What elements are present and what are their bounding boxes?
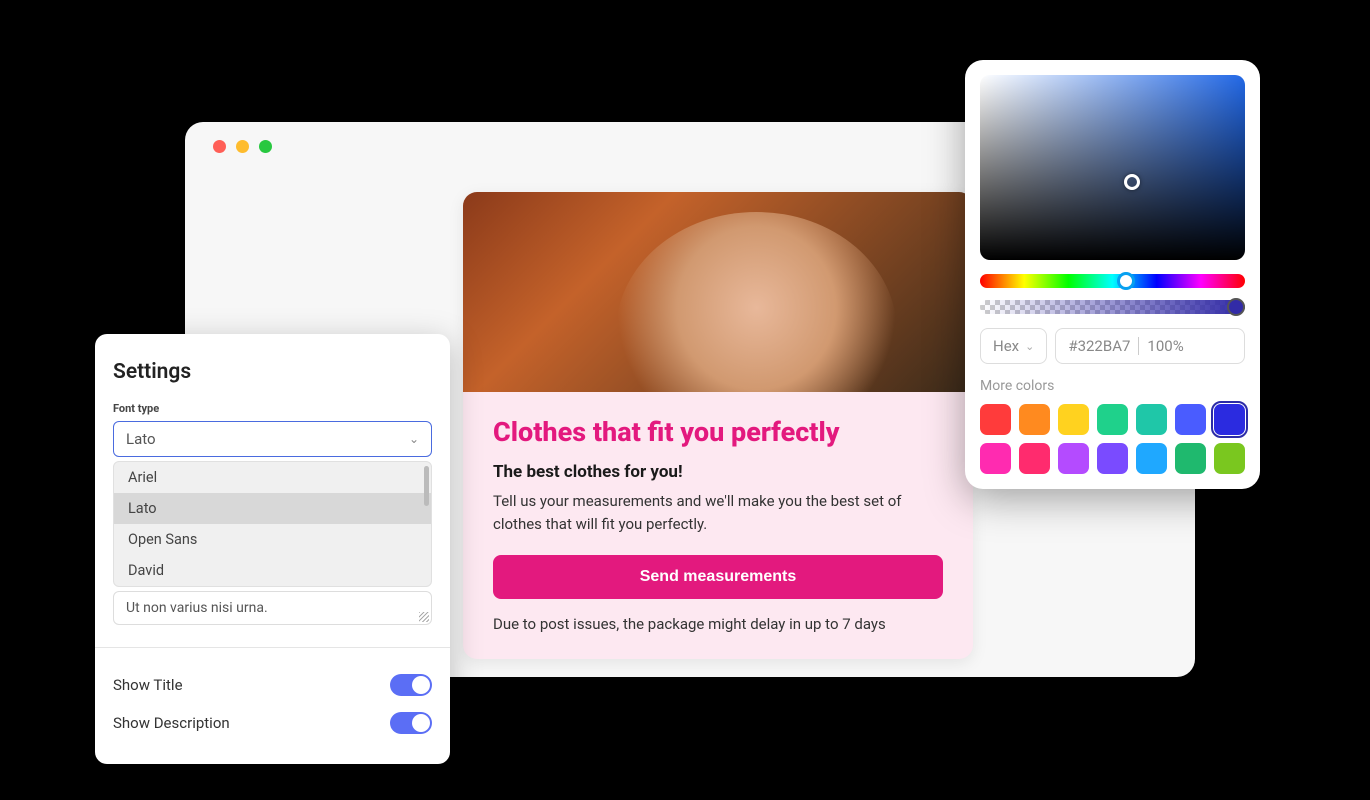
color-swatch[interactable] bbox=[1175, 443, 1206, 474]
font-type-value: Lato bbox=[126, 430, 156, 448]
resize-handle-icon[interactable] bbox=[419, 612, 429, 622]
card-subtitle: The best clothes for you! bbox=[493, 462, 943, 482]
font-type-select[interactable]: Lato ⌄ bbox=[113, 421, 432, 457]
swatch-grid bbox=[980, 404, 1245, 474]
card-title: Clothes that fit you perfectly bbox=[493, 416, 943, 448]
traffic-lights bbox=[213, 140, 272, 153]
alpha-slider[interactable] bbox=[980, 300, 1245, 314]
color-swatch[interactable] bbox=[1097, 443, 1128, 474]
description-textarea[interactable]: Ut non varius nisi urna. bbox=[113, 591, 432, 625]
color-swatch[interactable] bbox=[1136, 443, 1167, 474]
alpha-value: 100% bbox=[1147, 337, 1183, 355]
font-type-dropdown: Ariel Lato Open Sans David bbox=[113, 461, 432, 587]
color-swatch[interactable] bbox=[1019, 404, 1050, 435]
dropdown-scrollbar[interactable] bbox=[424, 466, 429, 506]
more-colors-label: More colors bbox=[980, 378, 1245, 394]
card-text: Tell us your measurements and we'll make… bbox=[493, 490, 943, 535]
font-option-open-sans[interactable]: Open Sans bbox=[114, 524, 431, 555]
chevron-down-icon: ⌄ bbox=[409, 432, 419, 446]
card-body: Clothes that fit you perfectly The best … bbox=[463, 392, 973, 659]
color-swatch[interactable] bbox=[1019, 443, 1050, 474]
color-swatch[interactable] bbox=[1175, 404, 1206, 435]
maximize-window-icon[interactable] bbox=[259, 140, 272, 153]
send-measurements-button[interactable]: Send measurements bbox=[493, 555, 943, 599]
hue-slider[interactable] bbox=[980, 274, 1245, 288]
toggle-row-show-title: Show Title bbox=[113, 666, 432, 704]
card-footnote: Due to post issues, the package might de… bbox=[493, 615, 943, 633]
color-swatch[interactable] bbox=[1136, 404, 1167, 435]
font-option-david[interactable]: David bbox=[114, 555, 431, 586]
minimize-window-icon[interactable] bbox=[236, 140, 249, 153]
show-description-label: Show Description bbox=[113, 714, 230, 732]
hex-input[interactable]: #322BA7 100% bbox=[1055, 328, 1245, 364]
color-swatch[interactable] bbox=[1097, 404, 1128, 435]
color-format-value: Hex bbox=[993, 337, 1019, 355]
sv-cursor-icon[interactable] bbox=[1124, 174, 1140, 190]
hero-image bbox=[463, 192, 973, 392]
color-picker-panel: Hex ⌄ #322BA7 100% More colors bbox=[965, 60, 1260, 489]
textarea-value: Ut non varius nisi urna. bbox=[126, 600, 268, 616]
divider bbox=[95, 647, 450, 648]
color-swatch[interactable] bbox=[1058, 443, 1089, 474]
color-format-select[interactable]: Hex ⌄ bbox=[980, 328, 1047, 364]
alpha-thumb[interactable] bbox=[1227, 298, 1245, 316]
close-window-icon[interactable] bbox=[213, 140, 226, 153]
content-card: Clothes that fit you perfectly The best … bbox=[463, 192, 973, 659]
color-swatch[interactable] bbox=[1058, 404, 1089, 435]
saturation-value-canvas[interactable] bbox=[980, 75, 1245, 260]
hue-thumb[interactable] bbox=[1117, 272, 1135, 290]
show-description-toggle[interactable] bbox=[390, 712, 432, 734]
font-option-lato[interactable]: Lato bbox=[114, 493, 431, 524]
settings-title: Settings bbox=[113, 360, 432, 384]
chevron-down-icon: ⌄ bbox=[1025, 340, 1034, 353]
color-swatch[interactable] bbox=[1214, 404, 1245, 435]
color-inputs-row: Hex ⌄ #322BA7 100% bbox=[980, 328, 1245, 364]
color-swatch[interactable] bbox=[1214, 443, 1245, 474]
show-title-toggle[interactable] bbox=[390, 674, 432, 696]
settings-panel: Settings Font type Lato ⌄ Ariel Lato Ope… bbox=[95, 334, 450, 764]
show-title-label: Show Title bbox=[113, 676, 183, 694]
toggle-row-show-description: Show Description bbox=[113, 704, 432, 742]
color-swatch[interactable] bbox=[980, 443, 1011, 474]
hex-divider bbox=[1138, 337, 1139, 355]
color-swatch[interactable] bbox=[980, 404, 1011, 435]
hex-value: #322BA7 bbox=[1068, 337, 1130, 355]
font-option-ariel[interactable]: Ariel bbox=[114, 462, 431, 493]
font-type-label: Font type bbox=[113, 402, 432, 415]
